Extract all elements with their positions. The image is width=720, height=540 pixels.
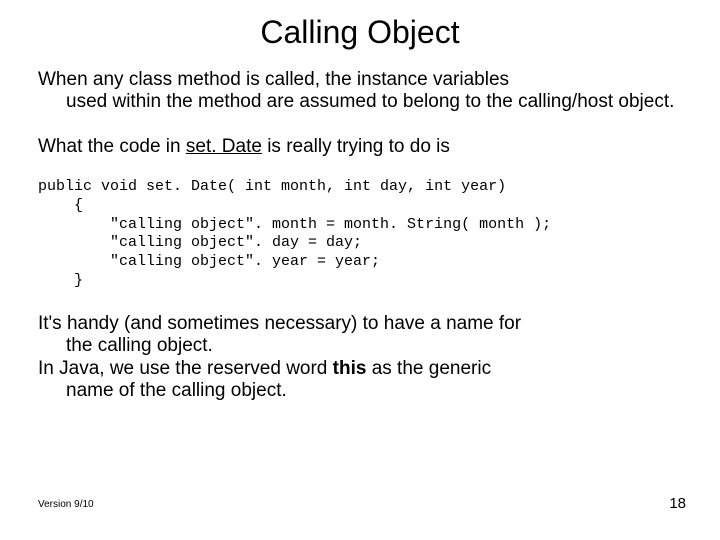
p3-line1: It's handy (and sometimes necessary) to … bbox=[38, 313, 521, 334]
paragraph-this: It's handy (and sometimes necessary) to … bbox=[38, 313, 682, 403]
paragraph-intro: When any class method is called, the ins… bbox=[38, 69, 682, 114]
p2-a: What the code in bbox=[38, 136, 186, 157]
p2-b: is really trying to do is bbox=[262, 136, 450, 157]
p3-line2a: In Java, we use the reserved word bbox=[38, 358, 333, 379]
p1-line1: When any class method is called, the ins… bbox=[38, 69, 509, 90]
p3-cont1: the calling object. bbox=[38, 335, 682, 357]
slide: Calling Object When any class method is … bbox=[0, 0, 720, 540]
this-keyword: this bbox=[333, 358, 367, 379]
code-block: public void set. Date( int month, int da… bbox=[38, 178, 682, 291]
p3-line2b: as the generic bbox=[366, 358, 491, 379]
slide-title: Calling Object bbox=[38, 14, 682, 51]
version-label: Version 9/10 bbox=[38, 499, 94, 510]
page-number: 18 bbox=[669, 495, 686, 512]
paragraph-setdate: What the code in set. Date is really try… bbox=[38, 136, 682, 158]
p3-cont2: name of the calling object. bbox=[38, 380, 682, 402]
p1-cont: used within the method are assumed to be… bbox=[38, 91, 682, 113]
method-name: set. Date bbox=[186, 136, 262, 157]
